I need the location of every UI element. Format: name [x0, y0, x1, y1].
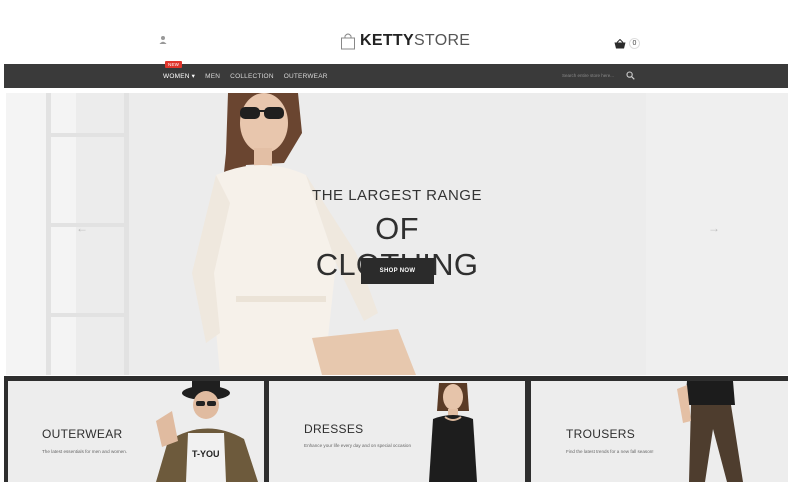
category-title-dresses[interactable]: DRESSES	[304, 422, 363, 436]
svg-text:T-YOU: T-YOU	[192, 449, 220, 459]
nav-item-label: WOMEN	[163, 73, 190, 80]
search-bar	[562, 70, 635, 80]
nav-item-women[interactable]: new WOMEN ▾	[163, 61, 196, 80]
nav-item-men[interactable]: MEN	[205, 73, 220, 80]
category-title-outerwear[interactable]: OUTERWEAR	[42, 427, 122, 441]
hero-title-line1: THE LARGEST RANGE	[312, 187, 482, 204]
logo-light: STORE	[413, 32, 471, 49]
cart-count: 0	[629, 38, 640, 49]
search-input[interactable]	[562, 70, 620, 80]
dresses-model-image	[429, 383, 477, 482]
search-icon[interactable]	[626, 70, 635, 80]
user-account-icon[interactable]	[158, 35, 168, 45]
prev-slide-arrow-icon[interactable]: ←	[76, 221, 88, 235]
nav-item-collection[interactable]: COLLECTION	[230, 73, 274, 80]
outerwear-model-image: T-YOU	[156, 381, 258, 482]
caret-down-icon: ▾	[191, 73, 196, 80]
site-header: KETTYSTORE 0	[4, 4, 788, 64]
next-slide-arrow-icon[interactable]: →	[708, 221, 720, 235]
store-logo[interactable]: KETTYSTORE	[340, 32, 470, 50]
category-title-trousers[interactable]: TROUSERS	[566, 427, 635, 441]
basket-icon	[614, 38, 626, 48]
category-desc-trousers: Find the latest trends for a new fall se…	[566, 449, 654, 454]
category-desc-dresses: Enhance your life every day and on speci…	[304, 443, 411, 448]
shop-now-button[interactable]: SHOP NOW	[361, 258, 434, 284]
trousers-model-image	[677, 381, 743, 482]
main-nav: new WOMEN ▾ MEN COLLECTION OUTERWEAR	[4, 61, 788, 88]
category-desc-outerwear: The latest essentials for men and women.	[42, 449, 128, 454]
logo-bold: KETTY	[360, 32, 414, 49]
shopping-bag-icon	[341, 33, 355, 50]
nav-menu: new WOMEN ▾ MEN COLLECTION OUTERWEAR	[163, 61, 328, 88]
cart-button[interactable]: 0	[614, 38, 640, 49]
new-badge: new	[165, 61, 183, 68]
logo-text: KETTYSTORE	[360, 32, 470, 50]
nav-item-outerwear[interactable]: OUTERWEAR	[284, 73, 328, 80]
